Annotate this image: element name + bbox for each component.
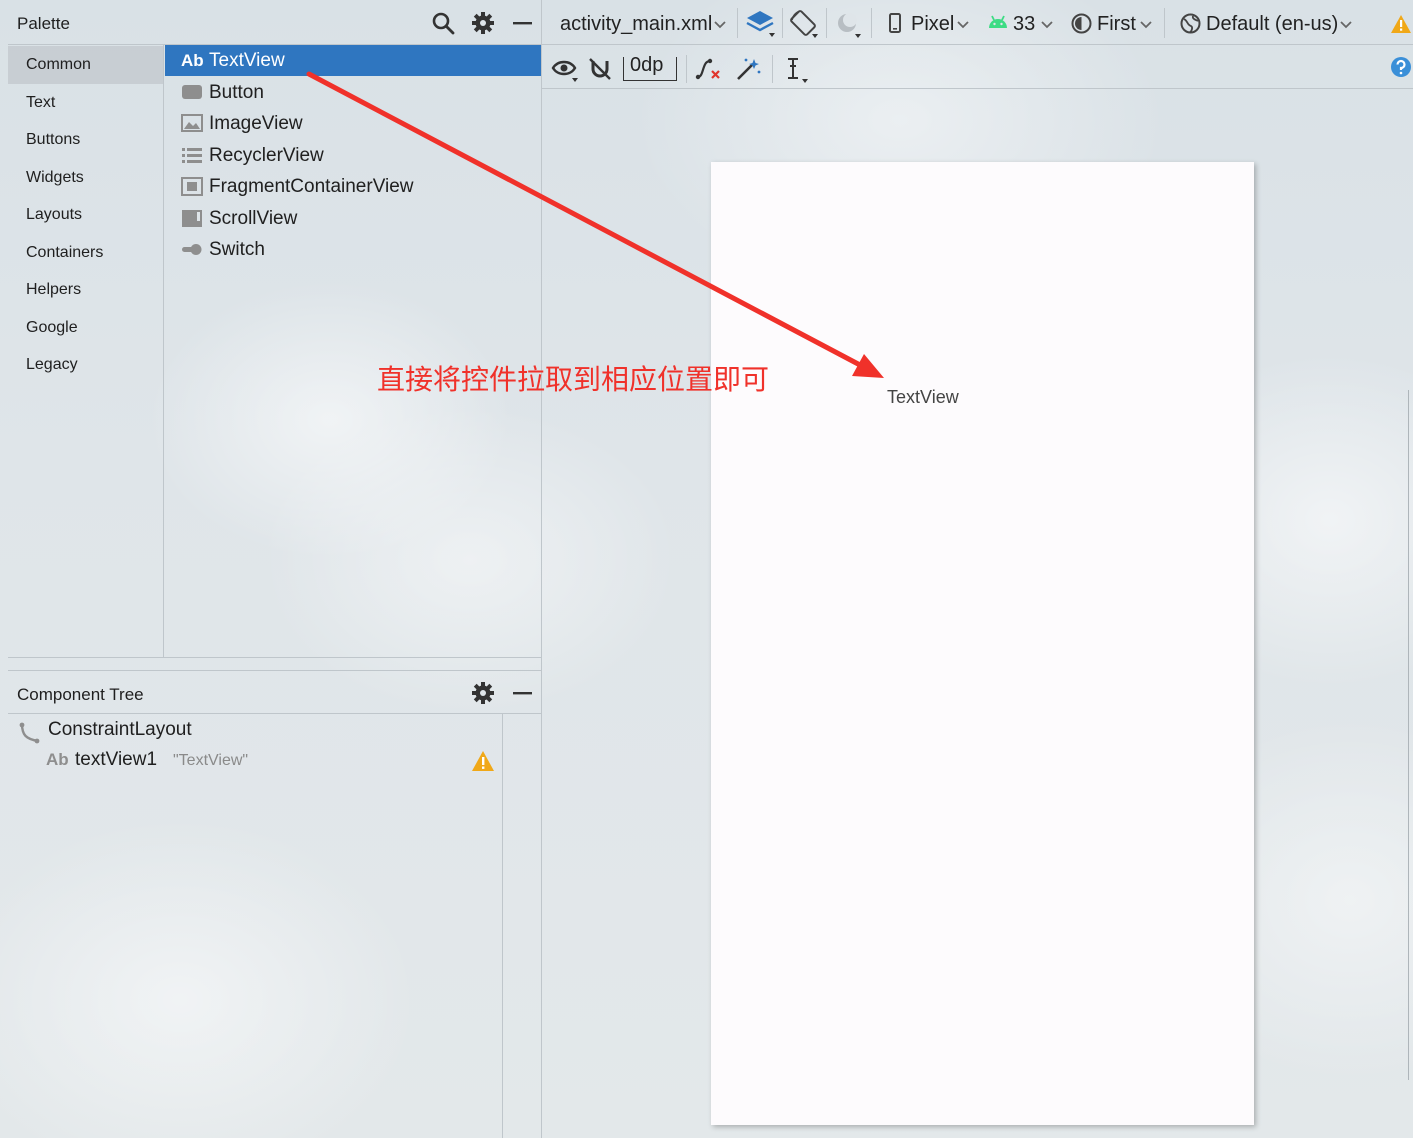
- globe-icon: [1180, 13, 1201, 34]
- widget-label: Button: [209, 82, 264, 103]
- category-text[interactable]: Text: [8, 84, 164, 122]
- tree-header-divider: [8, 713, 542, 714]
- palette-categories: Common Text Buttons Widgets Layouts Cont…: [8, 45, 164, 657]
- component-tree-header: Component Tree: [8, 672, 542, 714]
- tree-node-label: textView1: [75, 749, 158, 770]
- widget-textview[interactable]: Ab TextView: [165, 45, 542, 76]
- margin-value: 0dp: [630, 54, 664, 76]
- theme-dropdown[interactable]: First: [1097, 13, 1136, 36]
- infer-constraints-icon[interactable]: [734, 55, 762, 83]
- search-icon[interactable]: [430, 10, 456, 36]
- warning-icon[interactable]: [471, 750, 495, 772]
- category-containers[interactable]: Containers: [8, 234, 164, 272]
- toolbar-separator: [782, 8, 783, 38]
- gear-icon[interactable]: [470, 680, 496, 706]
- chevron-down-icon: [957, 21, 969, 29]
- scroll-icon: [182, 210, 202, 227]
- widget-fragmentcontainerview[interactable]: FragmentContainerView: [165, 171, 542, 202]
- toolbar-separator: [772, 55, 773, 83]
- widget-label: ScrollView: [209, 208, 298, 229]
- file-name-dropdown[interactable]: activity_main.xml: [560, 13, 712, 36]
- api-level-dropdown[interactable]: 33: [1013, 13, 1035, 36]
- chevron-down-icon: [1041, 21, 1053, 29]
- palette-header: Palette: [8, 0, 542, 45]
- category-layouts[interactable]: Layouts: [8, 196, 164, 234]
- widget-label: TextView: [209, 50, 285, 71]
- widget-button[interactable]: Button: [165, 77, 542, 108]
- annotation-text: 直接将控件拉取到相应位置即可: [377, 363, 770, 396]
- category-buttons[interactable]: Buttons: [8, 121, 164, 159]
- toolbar-separator: [686, 55, 687, 83]
- orientation-icon[interactable]: [788, 8, 820, 40]
- gear-icon[interactable]: [470, 10, 496, 36]
- chevron-down-icon: [1340, 21, 1352, 29]
- widget-imageview[interactable]: ImageView: [165, 108, 542, 139]
- theme-icon: [1071, 13, 1092, 34]
- warning-icon[interactable]: [1390, 14, 1412, 34]
- palette-widgets: Ab TextView Button ImageView RecyclerVie…: [165, 45, 542, 657]
- toolbar-divider: [542, 44, 1413, 45]
- category-google[interactable]: Google: [8, 309, 164, 347]
- ab-text-icon: Ab: [181, 51, 204, 70]
- chevron-down-icon: [714, 21, 726, 29]
- canvas-textview[interactable]: TextView: [887, 387, 959, 408]
- button-icon: [182, 85, 202, 99]
- category-common[interactable]: Common: [8, 46, 164, 84]
- minimize-icon[interactable]: [510, 10, 536, 36]
- category-divider: [163, 45, 164, 657]
- constraint-layout-icon: [19, 722, 40, 744]
- image-icon: [181, 114, 203, 132]
- category-widgets[interactable]: Widgets: [8, 159, 164, 197]
- default-margin-control[interactable]: 0dp: [623, 54, 677, 81]
- night-mode-icon[interactable]: [834, 10, 864, 40]
- toolbar-separator: [871, 8, 872, 38]
- clear-constraints-icon[interactable]: [694, 55, 722, 83]
- tree-node-text-value: "TextView": [173, 752, 249, 769]
- category-helpers[interactable]: Helpers: [8, 271, 164, 309]
- category-legacy[interactable]: Legacy: [8, 346, 164, 384]
- align-icon[interactable]: [782, 55, 812, 85]
- device-phone-icon: [889, 13, 901, 33]
- widget-label: RecyclerView: [209, 145, 324, 166]
- widget-scrollview[interactable]: ScrollView: [165, 203, 542, 234]
- switch-icon: [182, 244, 202, 255]
- device-dropdown[interactable]: Pixel: [911, 13, 954, 36]
- toolbar-separator: [737, 8, 738, 38]
- minimize-icon[interactable]: [510, 680, 536, 706]
- help-icon[interactable]: [1390, 56, 1412, 78]
- ab-text-icon: Ab: [46, 750, 69, 769]
- widget-recyclerview[interactable]: RecyclerView: [165, 140, 542, 171]
- widget-label: FragmentContainerView: [209, 176, 414, 197]
- magnet-off-icon[interactable]: [588, 57, 612, 81]
- palette-title: Palette: [17, 14, 70, 33]
- chevron-down-icon: [1140, 21, 1152, 29]
- widget-switch[interactable]: Switch: [165, 234, 542, 265]
- device-screen-preview[interactable]: [711, 162, 1254, 1125]
- tree-attr-divider: [502, 714, 503, 1138]
- fragment-icon: [181, 177, 203, 196]
- canvas-right-edge: [1408, 390, 1409, 1080]
- tree-header-top-line: [8, 670, 542, 671]
- component-tree-title: Component Tree: [17, 685, 144, 704]
- widget-label: Switch: [209, 239, 265, 260]
- palette-right-divider: [541, 0, 542, 1138]
- tree-node-textview1[interactable]: Ab textView1 "TextView": [46, 749, 506, 775]
- android-icon: [989, 15, 1007, 28]
- locale-dropdown[interactable]: Default (en-us): [1206, 13, 1338, 36]
- toolbar-separator: [826, 8, 827, 38]
- tree-top-divider[interactable]: [8, 657, 542, 658]
- eye-icon[interactable]: [551, 57, 581, 83]
- toolbar-bottom-divider: [542, 88, 1413, 89]
- toolbar-separator: [1164, 8, 1165, 38]
- list-icon: [182, 148, 202, 163]
- tree-node-label: ConstraintLayout: [48, 719, 192, 740]
- widget-label: ImageView: [209, 113, 303, 134]
- design-surface-layers-icon[interactable]: [745, 9, 777, 39]
